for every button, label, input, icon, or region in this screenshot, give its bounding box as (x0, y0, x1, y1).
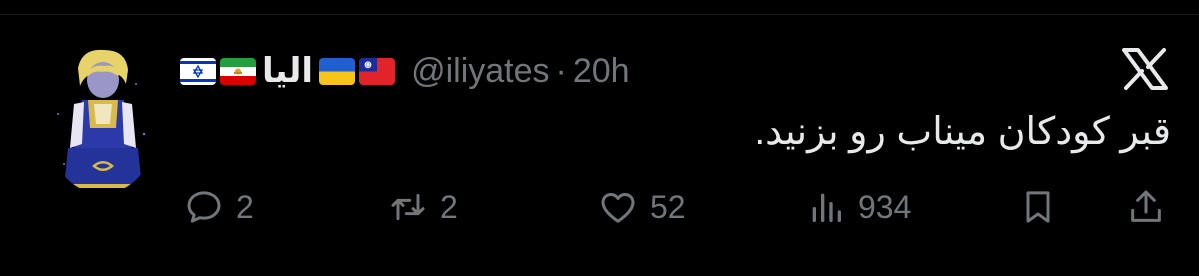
like-button[interactable]: 52 (598, 186, 686, 228)
tweet-text: قبر کودکان میناب رو بزنید. (754, 111, 1171, 153)
ukraine-flag-icon (319, 57, 356, 85)
top-divider (0, 14, 1199, 15)
avatar[interactable] (44, 44, 160, 194)
reply-icon (187, 191, 221, 223)
bookmark-icon (1026, 191, 1050, 223)
display-name[interactable]: اليا (262, 51, 313, 91)
x-logo-icon[interactable] (1120, 46, 1170, 92)
israel-flag-icon (180, 57, 216, 85)
separator-dot: · (555, 51, 567, 90)
reply-button[interactable]: 2 (184, 186, 254, 228)
repost-icon (391, 193, 425, 221)
share-button[interactable] (1126, 186, 1166, 228)
bookmark-button[interactable] (1018, 186, 1058, 228)
view-count: 934 (858, 188, 912, 225)
heart-icon (601, 193, 635, 223)
timestamp[interactable]: 20h (573, 52, 630, 91)
views-button[interactable]: 934 (806, 186, 911, 228)
tweet-header: اليا @iliyates · 20h (180, 46, 630, 96)
like-count: 52 (650, 188, 686, 225)
repost-button[interactable]: 2 (388, 186, 458, 228)
reply-count: 2 (236, 188, 254, 225)
iran-lion-and-sun-flag-icon (220, 57, 256, 85)
taiwan-flag-icon (359, 57, 396, 85)
views-icon (812, 193, 841, 222)
user-handle[interactable]: @iliyates (411, 52, 549, 91)
repost-count: 2 (440, 188, 458, 225)
share-icon (1131, 190, 1161, 222)
